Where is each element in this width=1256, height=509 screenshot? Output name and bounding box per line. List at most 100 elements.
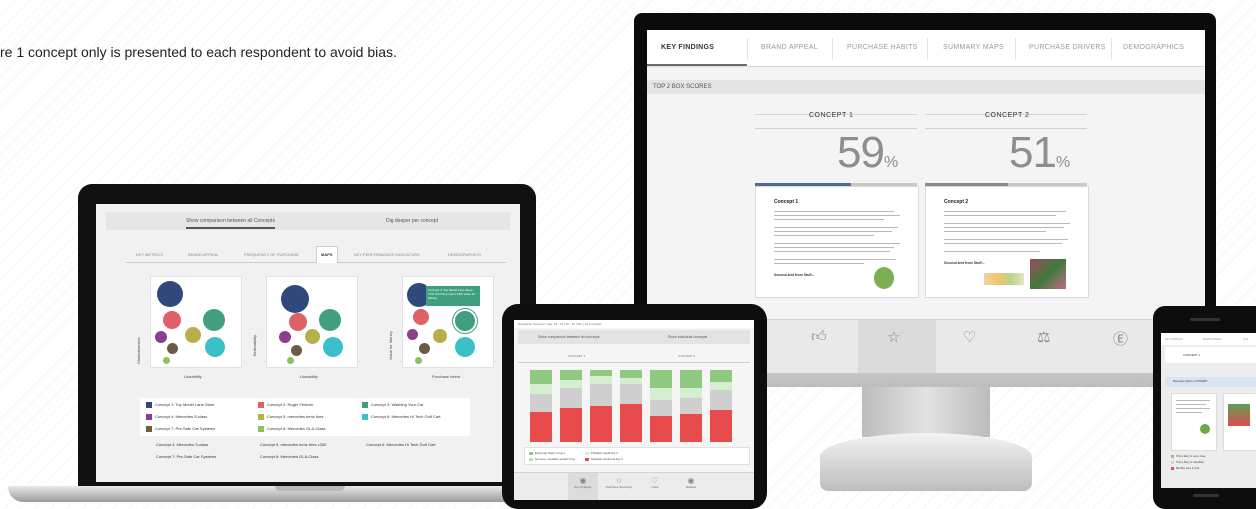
bubble-concept-5[interactable] [433, 329, 447, 343]
tablet-tabs: CONCEPT 1 CONCEPT 2 [518, 350, 750, 363]
tab-purchase[interactable]: PUR [1243, 338, 1248, 341]
tablet-toggle: Show comparison between all concepts Sho… [518, 330, 750, 344]
stacked-bar[interactable] [620, 370, 642, 442]
tab-frequency[interactable]: FREQUENCY OF PURCHASE [244, 252, 299, 257]
text-line [1176, 408, 1210, 409]
toggle-individual[interactable]: Show individual concepts [668, 335, 707, 339]
concept-1-card[interactable]: Concept 1 Second-text from Stuff... [755, 186, 919, 298]
bubble-concept-7[interactable] [291, 345, 302, 356]
text-line [944, 223, 1070, 224]
tab-brand-appeal[interactable]: BRAND APPEAL [1203, 338, 1222, 341]
text-line [774, 211, 894, 212]
star-icon[interactable]: ☆ [887, 328, 900, 346]
legend-item[interactable]: Concept 5: mercedes benz tires [258, 414, 323, 420]
legend-item[interactable]: Concept 8: Mercedes GLA-Class [258, 426, 325, 432]
tab-separator [927, 38, 928, 60]
bubble-concept-7[interactable] [167, 343, 178, 354]
toggle-compare-all[interactable]: Show comparison between all Concepts [186, 218, 275, 229]
bar-segment [680, 398, 702, 414]
bubble-concept-2[interactable] [163, 311, 181, 329]
stacked-bar[interactable] [560, 370, 582, 442]
bubble-concept-4[interactable] [407, 329, 418, 340]
bubble-concept-7[interactable] [419, 343, 430, 354]
phone-doc-card[interactable] [1171, 393, 1217, 451]
tab-brand-appeal[interactable]: BRAND APPEAL [761, 44, 818, 51]
concept-2-name: CONCEPT 2 [985, 112, 1030, 119]
text-line [774, 235, 874, 236]
bubble-concept-1[interactable] [157, 281, 183, 307]
bubble-concept-3[interactable] [203, 309, 225, 331]
phone-doc-card-2[interactable] [1223, 393, 1256, 451]
tab-purchase-habits[interactable]: PURCHASE HABITS [847, 44, 918, 51]
bubble-concept-6[interactable] [455, 337, 475, 357]
tab-kpi[interactable]: KEY PERFORMANCE INDICATORS [354, 252, 420, 257]
legend-item[interactable]: Concept 7: Pre-Safe Car Systems [146, 426, 215, 432]
legend-item[interactable]: Concept 4: Mercedes S-class [146, 414, 207, 420]
tab-key-metrics[interactable]: KEY METRICS [136, 252, 163, 257]
stacked-bar[interactable] [710, 370, 732, 442]
toggle-dig-deeper[interactable]: Dig deeper per concept [386, 218, 438, 224]
toggle-compare[interactable]: Show comparison between all concepts [538, 335, 599, 339]
bar-segment [650, 388, 672, 400]
tab-concept-2[interactable]: CONCEPT 2 [678, 354, 695, 358]
bubble-concept-8[interactable] [415, 357, 422, 364]
dollar-icon[interactable]: Ⓔ [1113, 328, 1128, 349]
bubble-chart-1 [150, 276, 242, 368]
heart-icon[interactable]: ♡ [963, 328, 976, 346]
thumbs-up-icon[interactable]: 👍︎ [811, 328, 827, 346]
tab-demographics[interactable]: DEMOGRAPHICS [1123, 44, 1184, 51]
tab-key-findings[interactable]: KEY FINDINGS [661, 44, 714, 51]
phone-concept-card[interactable]: CONCEPT 1 [1165, 347, 1256, 363]
bar-segment [560, 370, 582, 380]
bubble-concept-3[interactable] [319, 309, 341, 331]
heart-icon: ♡ [651, 476, 659, 485]
bubble-concept-5[interactable] [305, 329, 320, 344]
tab-brand-appeal[interactable]: BRAND APPEAL [188, 252, 218, 257]
stacked-bar[interactable] [680, 370, 702, 442]
legend-item[interactable]: Concept 1: Top Model Lane Store [146, 402, 215, 408]
stacked-bar[interactable] [530, 370, 552, 442]
bubble-concept-2[interactable] [289, 313, 307, 331]
tab-summary-maps[interactable]: SUMMARY MAPS [943, 44, 1004, 51]
bubble-concept-3-hover[interactable] [453, 309, 477, 333]
bar-segment [650, 400, 672, 416]
bubble-concept-5[interactable] [185, 327, 201, 343]
scales-icon[interactable]: ⚖ [1037, 328, 1050, 346]
text-line [1176, 400, 1210, 401]
bar-segment [680, 388, 702, 398]
tab-icon-key-findings[interactable]: ◉ Key Findings [568, 473, 598, 500]
tab-purchase-drivers[interactable]: PURCHASE DRIVERS [1029, 44, 1106, 51]
bar-segment [560, 380, 582, 388]
text-line [944, 239, 1068, 240]
tab-key-findings[interactable]: KEY FINDINGS [1165, 338, 1183, 341]
legend-item: Bad Mix does to pick [1171, 467, 1199, 470]
legend-item[interactable]: Concept 6: Mercedes Hi Tech Golf Cart [362, 414, 441, 420]
bubble-concept-6[interactable] [205, 337, 225, 357]
bubble-concept-4[interactable] [155, 331, 167, 343]
tab-icon-purchase[interactable]: ☆ Purchase Summary [604, 476, 634, 489]
tab-icon-likes[interactable]: ♡ Likes [640, 476, 670, 489]
bubble-concept-1[interactable] [281, 285, 309, 313]
stacked-bar[interactable] [650, 370, 672, 442]
tab-concept-1[interactable]: CONCEPT 1 [568, 354, 585, 358]
tab-demographics[interactable]: DEMOGRAPHICS [448, 252, 481, 257]
legend-item[interactable]: Concept 2: Roger Federer [258, 402, 313, 408]
phone-toggle[interactable]: Mercedes options v CONCEPT [1165, 377, 1256, 387]
map3-y-label: Value for Money [388, 331, 393, 360]
bubble-concept-6[interactable] [323, 337, 343, 357]
stacked-bar[interactable] [590, 370, 612, 442]
bubble-concept-2[interactable] [413, 309, 429, 325]
tab-icon-dislikes[interactable]: ◉ Dislikes [676, 476, 706, 489]
bubble-concept-8[interactable] [163, 357, 170, 364]
bar-segment [530, 370, 552, 384]
tab-maps[interactable]: MAPS [316, 246, 338, 263]
legend-swatch [258, 426, 264, 432]
active-tab-indicator [647, 64, 747, 66]
bubble-concept-8[interactable] [287, 357, 294, 364]
legend-item[interactable]: Concept 3: Washing Your Car [362, 402, 424, 408]
bubble-concept-4[interactable] [279, 331, 291, 343]
concept-2-card[interactable]: Concept 2 Second-text from Stuff... [925, 186, 1089, 298]
fruit-image [984, 273, 1024, 285]
tablet-header: Navigation Selection: Age: 18 - 34 | 35 … [514, 320, 754, 328]
bar-segment [620, 404, 642, 442]
